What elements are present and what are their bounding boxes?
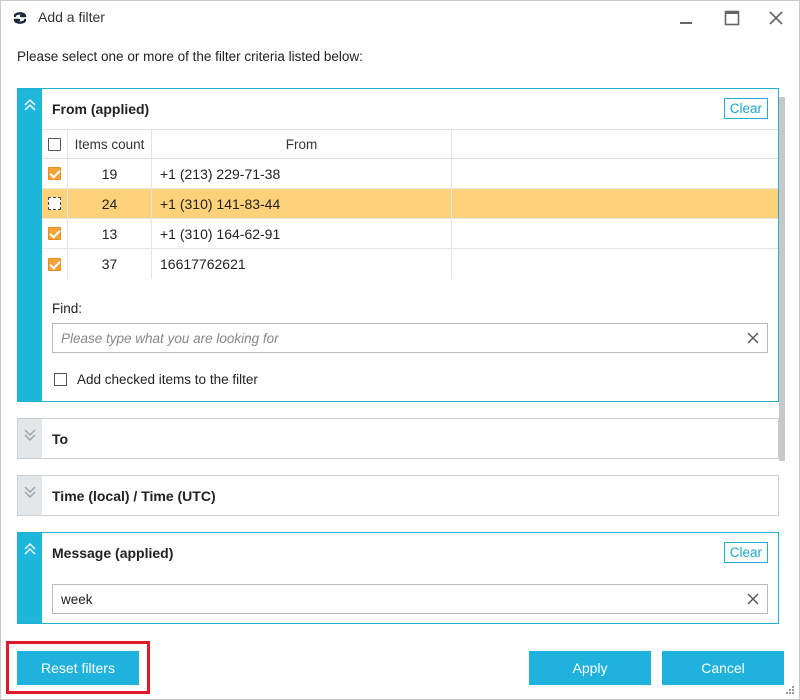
table-row[interactable]: 24 +1 (310) 141-83-44 — [42, 189, 778, 219]
from-clear-button[interactable]: Clear — [723, 98, 768, 119]
clear-text-icon[interactable] — [746, 331, 760, 345]
resize-grip-icon[interactable] — [785, 685, 795, 695]
column-header-from[interactable]: From — [152, 130, 452, 158]
row-from: +1 (310) 141-83-44 — [152, 189, 452, 218]
maximize-button[interactable] — [719, 5, 745, 31]
close-icon — [769, 11, 783, 25]
row-checkbox-cell — [42, 159, 68, 188]
message-panel-title: Message (applied) — [52, 545, 174, 561]
to-panel-title: To — [52, 431, 69, 447]
row-checkbox-cell — [42, 249, 68, 279]
chevron-double-down-icon — [24, 486, 36, 498]
add-checked-label: Add checked items to the filter — [77, 372, 258, 387]
from-filter-panel: From (applied) Clear Items count From 19… — [17, 88, 779, 402]
add-checked-checkbox[interactable] — [54, 373, 67, 386]
find-placeholder: Please type what you are looking for — [61, 330, 279, 346]
find-label: Find: — [52, 301, 83, 316]
grid-header: Items count From — [42, 129, 778, 159]
row-checkbox[interactable] — [48, 257, 61, 271]
message-clear-button[interactable]: Clear — [723, 542, 768, 563]
title-bar: Add a filter — [1, 1, 799, 35]
apply-button[interactable]: Apply — [529, 651, 651, 685]
message-filter-panel: Message (applied) Clear week — [17, 532, 779, 624]
table-row[interactable]: 37 16617762621 — [42, 249, 778, 279]
close-button[interactable] — [763, 5, 789, 31]
row-count: 24 — [68, 189, 152, 218]
message-value: week — [61, 591, 93, 607]
chevron-double-up-icon — [24, 99, 36, 111]
row-checkbox-cell — [42, 219, 68, 248]
chevron-double-up-icon — [24, 543, 36, 555]
reset-filters-button[interactable]: Reset filters — [17, 651, 139, 685]
minimize-button[interactable] — [673, 5, 699, 31]
add-filter-dialog: Add a filter Please select one or more o… — [0, 0, 800, 700]
time-panel-title: Time (local) / Time (UTC) — [52, 488, 216, 504]
collapse-strip[interactable] — [18, 89, 42, 401]
row-count: 13 — [68, 219, 152, 248]
to-filter-panel[interactable]: To — [17, 418, 779, 459]
add-checked-option[interactable]: Add checked items to the filter — [54, 372, 258, 387]
chevron-double-down-icon — [24, 429, 36, 441]
row-checkbox-cell — [42, 189, 68, 218]
time-filter-panel[interactable]: Time (local) / Time (UTC) — [17, 475, 779, 516]
minimize-icon — [680, 22, 692, 24]
collapse-strip[interactable] — [18, 533, 42, 623]
window-title: Add a filter — [38, 9, 105, 25]
select-all-checkbox[interactable] — [48, 137, 61, 151]
vertical-scrollbar[interactable] — [779, 97, 785, 461]
row-from: 16617762621 — [152, 249, 452, 279]
instruction-text: Please select one or more of the filter … — [17, 49, 363, 64]
row-checkbox[interactable] — [48, 197, 61, 210]
expand-strip[interactable] — [18, 419, 42, 458]
maximize-icon — [724, 10, 740, 26]
from-panel-title: From (applied) — [52, 101, 150, 117]
row-count: 37 — [68, 249, 152, 279]
clear-text-icon[interactable] — [746, 592, 760, 606]
column-header-items-count[interactable]: Items count — [68, 130, 152, 158]
row-count: 19 — [68, 159, 152, 188]
row-checkbox[interactable] — [48, 227, 61, 240]
row-checkbox[interactable] — [48, 167, 61, 180]
find-input[interactable]: Please type what you are looking for — [52, 323, 768, 353]
cancel-button[interactable]: Cancel — [662, 651, 784, 685]
app-logo-icon — [13, 12, 27, 24]
table-row[interactable]: 13 +1 (310) 164-62-91 — [42, 219, 778, 249]
table-row[interactable]: 19 +1 (213) 229-71-38 — [42, 159, 778, 189]
select-all-cell — [42, 130, 68, 158]
message-input[interactable]: week — [52, 584, 768, 614]
row-from: +1 (310) 164-62-91 — [152, 219, 452, 248]
expand-strip[interactable] — [18, 476, 42, 515]
row-from: +1 (213) 229-71-38 — [152, 159, 452, 188]
